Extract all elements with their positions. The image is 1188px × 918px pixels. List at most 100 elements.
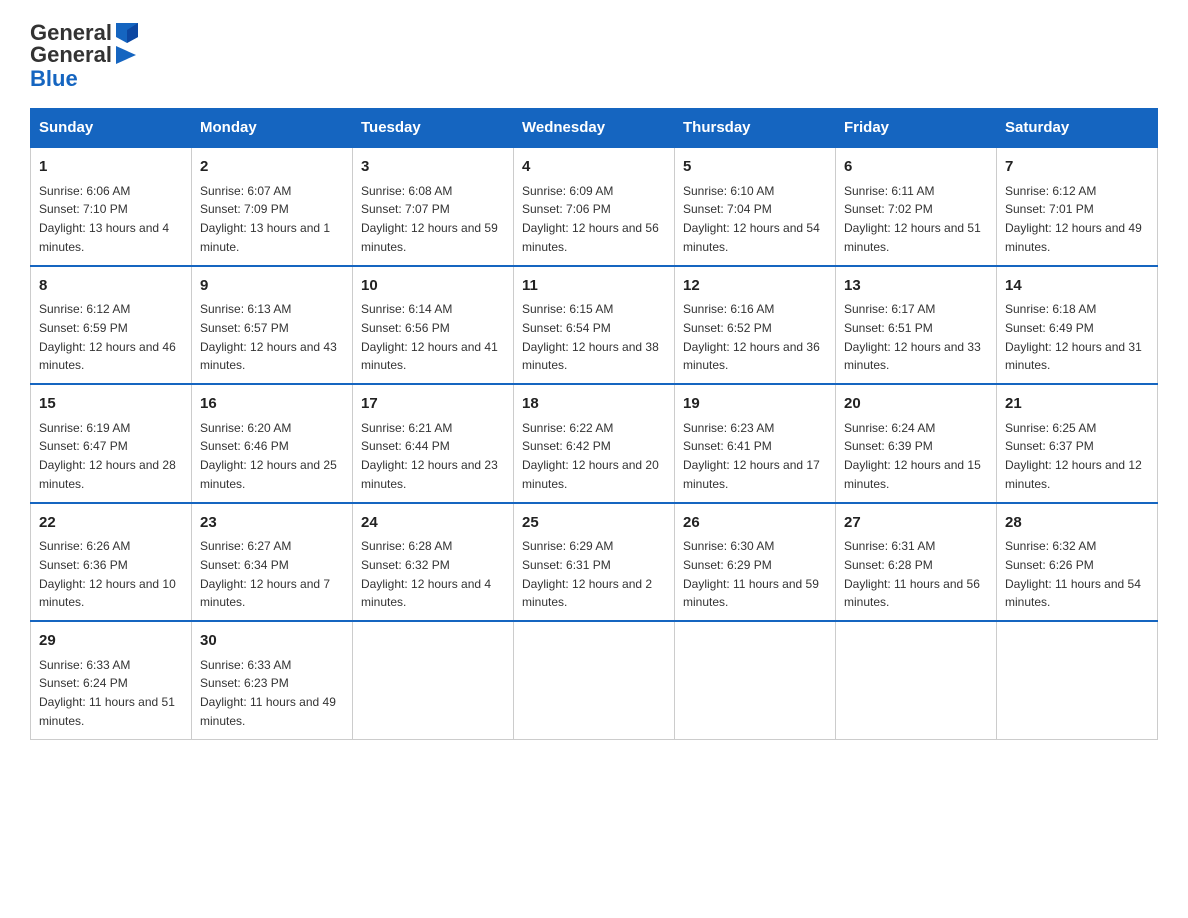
calendar-cell: 25 Sunrise: 6:29 AMSunset: 6:31 PMDaylig… <box>514 503 675 622</box>
calendar-cell: 13 Sunrise: 6:17 AMSunset: 6:51 PMDaylig… <box>836 266 997 385</box>
day-number: 11 <box>522 275 666 298</box>
day-info: Sunrise: 6:19 AMSunset: 6:47 PMDaylight:… <box>39 421 176 491</box>
day-info: Sunrise: 6:31 AMSunset: 6:28 PMDaylight:… <box>844 539 980 609</box>
day-info: Sunrise: 6:23 AMSunset: 6:41 PMDaylight:… <box>683 421 820 491</box>
calendar-cell <box>997 621 1158 739</box>
day-number: 4 <box>522 156 666 179</box>
day-header-wednesday: Wednesday <box>514 109 675 148</box>
page-header: General General Blue <box>30 20 1158 92</box>
day-number: 26 <box>683 512 827 535</box>
day-info: Sunrise: 6:29 AMSunset: 6:31 PMDaylight:… <box>522 539 652 609</box>
calendar-cell: 12 Sunrise: 6:16 AMSunset: 6:52 PMDaylig… <box>675 266 836 385</box>
day-header-thursday: Thursday <box>675 109 836 148</box>
week-row-1: 1 Sunrise: 6:06 AMSunset: 7:10 PMDayligh… <box>31 147 1158 266</box>
logo-blue-text: Blue <box>30 66 78 92</box>
calendar-cell: 21 Sunrise: 6:25 AMSunset: 6:37 PMDaylig… <box>997 384 1158 503</box>
day-info: Sunrise: 6:08 AMSunset: 7:07 PMDaylight:… <box>361 184 498 254</box>
day-info: Sunrise: 6:25 AMSunset: 6:37 PMDaylight:… <box>1005 421 1142 491</box>
day-info: Sunrise: 6:12 AMSunset: 7:01 PMDaylight:… <box>1005 184 1142 254</box>
day-number: 19 <box>683 393 827 416</box>
day-info: Sunrise: 6:09 AMSunset: 7:06 PMDaylight:… <box>522 184 659 254</box>
day-number: 6 <box>844 156 988 179</box>
calendar-cell: 8 Sunrise: 6:12 AMSunset: 6:59 PMDayligh… <box>31 266 192 385</box>
day-info: Sunrise: 6:33 AMSunset: 6:24 PMDaylight:… <box>39 658 175 728</box>
calendar-cell: 1 Sunrise: 6:06 AMSunset: 7:10 PMDayligh… <box>31 147 192 266</box>
logo-general-line2: General <box>30 42 112 68</box>
day-info: Sunrise: 6:28 AMSunset: 6:32 PMDaylight:… <box>361 539 491 609</box>
day-number: 20 <box>844 393 988 416</box>
calendar-cell: 14 Sunrise: 6:18 AMSunset: 6:49 PMDaylig… <box>997 266 1158 385</box>
day-info: Sunrise: 6:06 AMSunset: 7:10 PMDaylight:… <box>39 184 169 254</box>
day-number: 8 <box>39 275 183 298</box>
week-row-5: 29 Sunrise: 6:33 AMSunset: 6:24 PMDaylig… <box>31 621 1158 739</box>
day-info: Sunrise: 6:15 AMSunset: 6:54 PMDaylight:… <box>522 302 659 372</box>
day-number: 21 <box>1005 393 1149 416</box>
week-row-4: 22 Sunrise: 6:26 AMSunset: 6:36 PMDaylig… <box>31 503 1158 622</box>
calendar-cell: 19 Sunrise: 6:23 AMSunset: 6:41 PMDaylig… <box>675 384 836 503</box>
calendar-cell: 7 Sunrise: 6:12 AMSunset: 7:01 PMDayligh… <box>997 147 1158 266</box>
day-header-friday: Friday <box>836 109 997 148</box>
calendar-cell: 30 Sunrise: 6:33 AMSunset: 6:23 PMDaylig… <box>192 621 353 739</box>
week-row-3: 15 Sunrise: 6:19 AMSunset: 6:47 PMDaylig… <box>31 384 1158 503</box>
day-header-tuesday: Tuesday <box>353 109 514 148</box>
day-number: 7 <box>1005 156 1149 179</box>
calendar-cell: 20 Sunrise: 6:24 AMSunset: 6:39 PMDaylig… <box>836 384 997 503</box>
calendar-cell: 2 Sunrise: 6:07 AMSunset: 7:09 PMDayligh… <box>192 147 353 266</box>
day-number: 12 <box>683 275 827 298</box>
day-number: 28 <box>1005 512 1149 535</box>
calendar-cell <box>675 621 836 739</box>
day-number: 16 <box>200 393 344 416</box>
days-header-row: SundayMondayTuesdayWednesdayThursdayFrid… <box>31 109 1158 148</box>
logo-triangle-icon <box>116 46 136 64</box>
day-number: 1 <box>39 156 183 179</box>
day-info: Sunrise: 6:07 AMSunset: 7:09 PMDaylight:… <box>200 184 330 254</box>
calendar-cell: 10 Sunrise: 6:14 AMSunset: 6:56 PMDaylig… <box>353 266 514 385</box>
calendar-cell: 18 Sunrise: 6:22 AMSunset: 6:42 PMDaylig… <box>514 384 675 503</box>
day-info: Sunrise: 6:18 AMSunset: 6:49 PMDaylight:… <box>1005 302 1142 372</box>
day-number: 10 <box>361 275 505 298</box>
calendar-cell: 9 Sunrise: 6:13 AMSunset: 6:57 PMDayligh… <box>192 266 353 385</box>
day-number: 30 <box>200 630 344 653</box>
calendar-cell: 17 Sunrise: 6:21 AMSunset: 6:44 PMDaylig… <box>353 384 514 503</box>
day-header-saturday: Saturday <box>997 109 1158 148</box>
logo: General General Blue <box>30 20 142 92</box>
calendar-cell: 29 Sunrise: 6:33 AMSunset: 6:24 PMDaylig… <box>31 621 192 739</box>
day-number: 13 <box>844 275 988 298</box>
calendar-cell: 28 Sunrise: 6:32 AMSunset: 6:26 PMDaylig… <box>997 503 1158 622</box>
calendar-header: SundayMondayTuesdayWednesdayThursdayFrid… <box>31 109 1158 148</box>
calendar-cell: 24 Sunrise: 6:28 AMSunset: 6:32 PMDaylig… <box>353 503 514 622</box>
day-info: Sunrise: 6:13 AMSunset: 6:57 PMDaylight:… <box>200 302 337 372</box>
day-info: Sunrise: 6:11 AMSunset: 7:02 PMDaylight:… <box>844 184 981 254</box>
day-number: 3 <box>361 156 505 179</box>
day-number: 17 <box>361 393 505 416</box>
calendar-cell: 26 Sunrise: 6:30 AMSunset: 6:29 PMDaylig… <box>675 503 836 622</box>
calendar-cell: 16 Sunrise: 6:20 AMSunset: 6:46 PMDaylig… <box>192 384 353 503</box>
logo-icon <box>116 23 138 43</box>
calendar-table: SundayMondayTuesdayWednesdayThursdayFrid… <box>30 108 1158 740</box>
calendar-cell <box>514 621 675 739</box>
day-info: Sunrise: 6:30 AMSunset: 6:29 PMDaylight:… <box>683 539 819 609</box>
day-info: Sunrise: 6:26 AMSunset: 6:36 PMDaylight:… <box>39 539 176 609</box>
calendar-cell: 22 Sunrise: 6:26 AMSunset: 6:36 PMDaylig… <box>31 503 192 622</box>
day-number: 18 <box>522 393 666 416</box>
day-number: 2 <box>200 156 344 179</box>
day-info: Sunrise: 6:20 AMSunset: 6:46 PMDaylight:… <box>200 421 337 491</box>
day-info: Sunrise: 6:32 AMSunset: 6:26 PMDaylight:… <box>1005 539 1141 609</box>
calendar-body: 1 Sunrise: 6:06 AMSunset: 7:10 PMDayligh… <box>31 147 1158 739</box>
calendar-cell: 15 Sunrise: 6:19 AMSunset: 6:47 PMDaylig… <box>31 384 192 503</box>
day-number: 27 <box>844 512 988 535</box>
calendar-cell: 5 Sunrise: 6:10 AMSunset: 7:04 PMDayligh… <box>675 147 836 266</box>
day-info: Sunrise: 6:12 AMSunset: 6:59 PMDaylight:… <box>39 302 176 372</box>
day-number: 23 <box>200 512 344 535</box>
calendar-cell: 23 Sunrise: 6:27 AMSunset: 6:34 PMDaylig… <box>192 503 353 622</box>
day-number: 25 <box>522 512 666 535</box>
day-number: 29 <box>39 630 183 653</box>
day-number: 14 <box>1005 275 1149 298</box>
calendar-cell: 6 Sunrise: 6:11 AMSunset: 7:02 PMDayligh… <box>836 147 997 266</box>
calendar-cell <box>353 621 514 739</box>
day-info: Sunrise: 6:33 AMSunset: 6:23 PMDaylight:… <box>200 658 336 728</box>
day-header-monday: Monday <box>192 109 353 148</box>
calendar-cell: 11 Sunrise: 6:15 AMSunset: 6:54 PMDaylig… <box>514 266 675 385</box>
day-number: 9 <box>200 275 344 298</box>
day-number: 5 <box>683 156 827 179</box>
